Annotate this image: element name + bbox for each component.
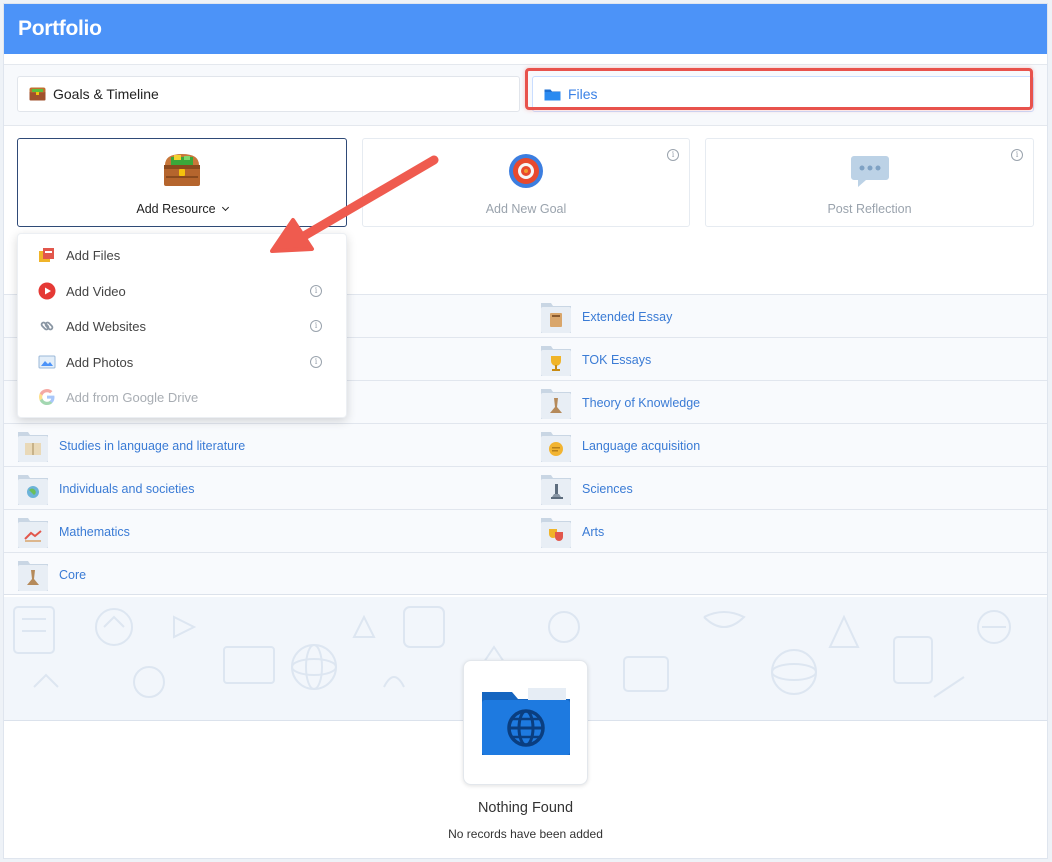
folder-label: TOK Essays xyxy=(582,352,652,367)
menu-item-label: Add from Google Drive xyxy=(66,389,199,405)
folder-theory-of-knowledge[interactable]: Theory of Knowledge xyxy=(540,381,700,424)
info-icon[interactable]: i xyxy=(310,285,322,297)
folder-icon xyxy=(540,300,572,334)
folder-icon xyxy=(540,515,572,549)
tab-label: Files xyxy=(568,86,598,102)
empty-state-title: Nothing Found xyxy=(477,800,574,816)
tab-files[interactable]: Files xyxy=(532,76,1034,112)
menu-item-add-photos[interactable]: Add Photos i xyxy=(18,345,346,379)
folder-label: Studies in language and literature xyxy=(59,438,246,453)
table-row: Mathematics Arts xyxy=(4,509,1047,552)
info-icon[interactable]: i xyxy=(310,320,322,332)
folder-label: Language acquisition xyxy=(582,438,701,453)
folder-icon xyxy=(17,429,49,463)
folder-icon xyxy=(17,472,49,506)
add-resource-label: Add Resource xyxy=(136,202,216,216)
folder-label: Theory of Knowledge xyxy=(582,395,701,410)
tab-label: Goals & Timeline xyxy=(53,86,159,102)
table-row: Studies in language and literature Langu… xyxy=(4,423,1047,466)
menu-item-label: Add Video xyxy=(66,283,126,299)
menu-item-label: Add Files xyxy=(66,247,121,263)
menu-item-add-websites[interactable]: Add Websites i xyxy=(18,309,346,343)
folder-icon xyxy=(540,472,572,506)
globe-folder-icon xyxy=(478,686,574,763)
folder-label: Core xyxy=(59,567,87,582)
link-icon xyxy=(38,317,56,335)
folder-label: Arts xyxy=(582,524,605,539)
treasure-chest-icon xyxy=(162,152,202,193)
menu-item-add-from-google-drive[interactable]: Add from Google Drive xyxy=(18,380,346,414)
info-icon[interactable]: i xyxy=(667,149,679,161)
info-icon[interactable]: i xyxy=(1011,149,1023,161)
folder-extended-essay[interactable]: Extended Essay xyxy=(540,295,672,338)
folder-mathematics[interactable]: Mathematics xyxy=(17,510,130,553)
menu-item-add-video[interactable]: Add Video i xyxy=(18,274,346,308)
play-icon xyxy=(38,282,56,300)
folder-icon xyxy=(17,515,49,549)
files-icon xyxy=(38,246,56,264)
folder-studies-in-language-and-literature[interactable]: Studies in language and literature xyxy=(17,424,245,467)
menu-item-add-files[interactable]: Add Files xyxy=(18,238,346,272)
folder-label: Sciences xyxy=(582,481,633,496)
folder-label: Individuals and societies xyxy=(59,481,195,496)
folder-icon xyxy=(540,386,572,420)
menu-item-label: Add Websites xyxy=(66,318,146,334)
folder-icon xyxy=(17,558,49,592)
folder-individuals-and-societies[interactable]: Individuals and societies xyxy=(17,467,195,510)
google-icon xyxy=(38,388,56,406)
header-bar: Portfolio xyxy=(4,4,1047,54)
folder-icon xyxy=(544,88,561,101)
menu-item-label: Add Photos xyxy=(66,354,134,370)
folder-sciences[interactable]: Sciences xyxy=(540,467,633,510)
add-resource-button[interactable]: Add Resource xyxy=(17,138,347,227)
chat-bubble-icon xyxy=(850,152,890,195)
table-row: Individuals and societies Sciences xyxy=(4,466,1047,509)
folder-arts[interactable]: Arts xyxy=(540,510,604,553)
chevron-down-icon xyxy=(221,203,229,212)
add-new-goal-button[interactable]: i Add New Goal xyxy=(362,138,690,227)
empty-state-subtitle: No records have been added xyxy=(448,827,603,841)
tabs-bar: Goals & Timeline Files xyxy=(4,64,1047,126)
folder-tok-essays[interactable]: TOK Essays xyxy=(540,338,651,381)
folder-label: Extended Essay xyxy=(582,309,673,324)
treasure-chest-icon xyxy=(29,87,46,101)
post-reflection-button[interactable]: i Post Reflection xyxy=(705,138,1034,227)
add-resource-dropdown: Add Files Add Video i Add Websites i Add… xyxy=(17,233,347,418)
folder-icon xyxy=(540,429,572,463)
table-row: Core xyxy=(4,552,1047,595)
portfolio-page: Portfolio Goals & Timeline Files Add Res… xyxy=(3,3,1048,859)
tab-goals-timeline[interactable]: Goals & Timeline xyxy=(17,76,520,112)
target-icon xyxy=(507,152,545,195)
photo-icon xyxy=(38,353,56,371)
page-title: Portfolio xyxy=(18,17,102,40)
info-icon[interactable]: i xyxy=(310,356,322,368)
folder-core[interactable]: Core xyxy=(17,553,86,596)
folder-icon xyxy=(540,343,572,377)
add-new-goal-label: Add New Goal xyxy=(485,202,567,216)
folder-language-acquisition[interactable]: Language acquisition xyxy=(540,424,700,467)
post-reflection-label: Post Reflection xyxy=(827,202,912,216)
folder-label: Mathematics xyxy=(59,524,130,539)
